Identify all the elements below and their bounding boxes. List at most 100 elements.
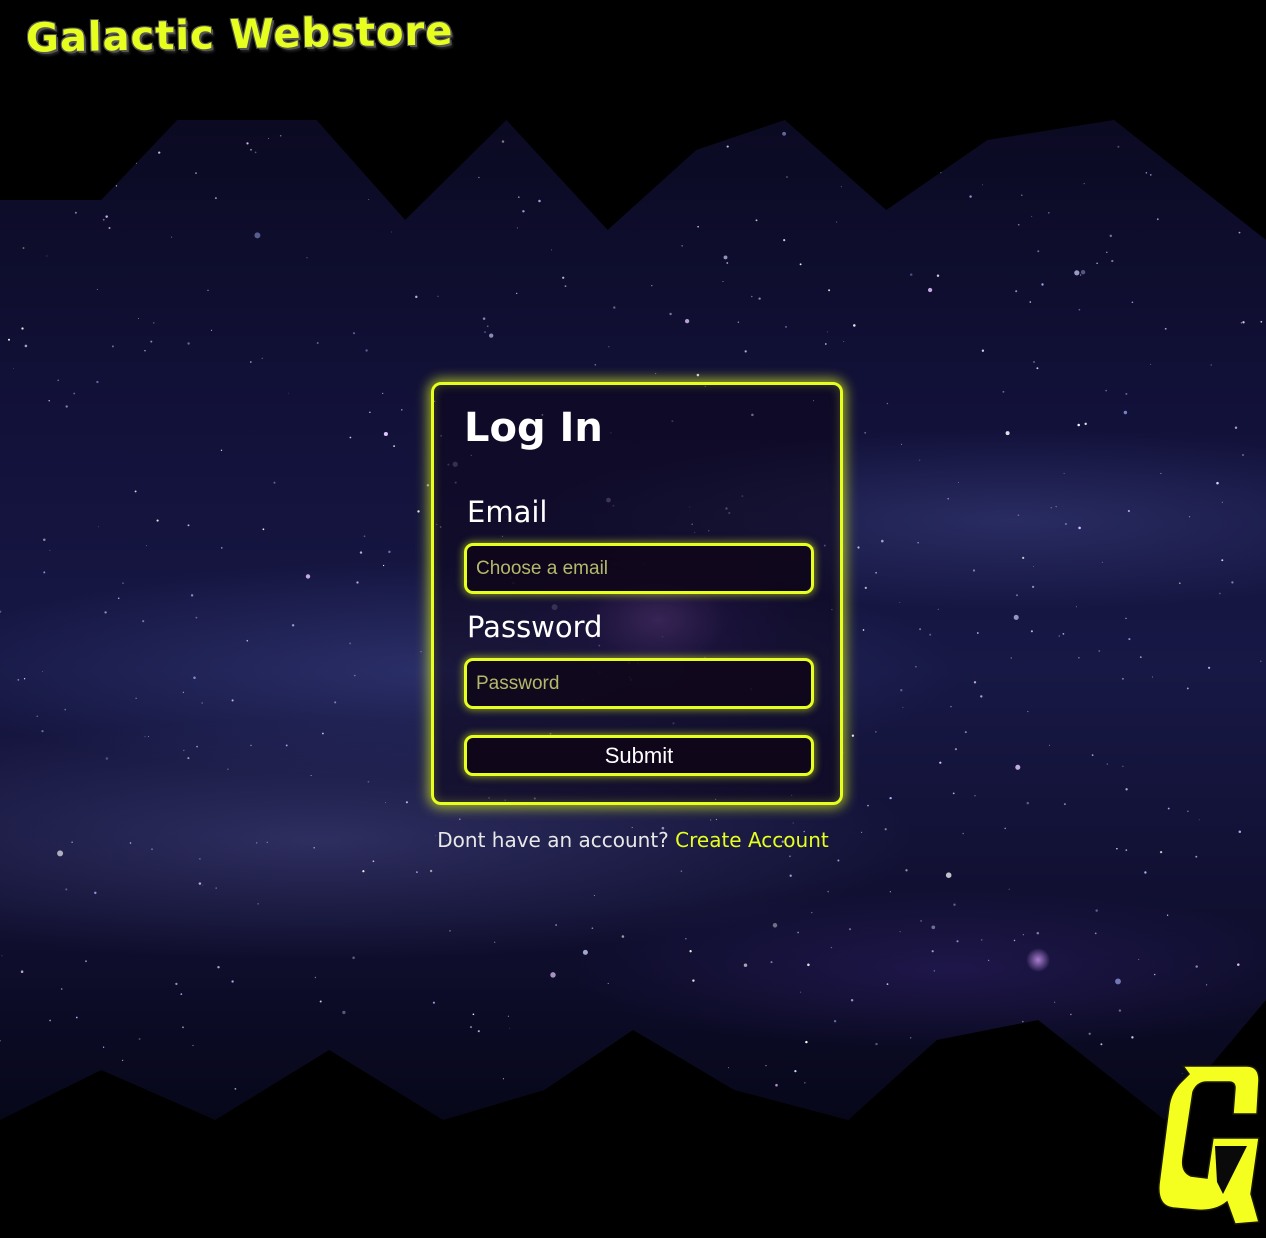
star — [175, 982, 178, 986]
page: Galactic Webstore Log In Email Password … — [0, 0, 1266, 1238]
star — [681, 245, 683, 247]
star — [800, 991, 802, 993]
star — [196, 745, 198, 748]
star — [811, 912, 813, 914]
star — [606, 155, 608, 158]
star — [582, 949, 588, 955]
star — [420, 651, 422, 653]
star — [964, 731, 967, 734]
star — [529, 133, 531, 136]
star — [864, 431, 867, 434]
star — [1118, 1009, 1122, 1012]
create-account-link[interactable]: Create Account — [675, 828, 829, 852]
star — [198, 882, 202, 885]
star — [1070, 1013, 1072, 1016]
star — [507, 1015, 510, 1017]
star — [824, 343, 827, 345]
star — [108, 226, 111, 230]
star — [1032, 360, 1036, 364]
star — [765, 1065, 767, 1067]
star — [980, 939, 983, 941]
star — [1151, 676, 1153, 678]
star — [1098, 650, 1101, 652]
star — [20, 970, 24, 973]
star — [85, 960, 87, 963]
star — [640, 1068, 644, 1072]
site-title[interactable]: Galactic Webstore — [26, 8, 454, 61]
star — [305, 574, 311, 579]
star — [555, 924, 557, 926]
star — [909, 273, 913, 276]
star — [804, 1082, 806, 1084]
star — [144, 736, 146, 738]
star — [974, 795, 976, 797]
star — [900, 443, 903, 445]
star — [1240, 322, 1242, 324]
star — [737, 321, 740, 323]
star — [853, 324, 856, 327]
star — [1203, 157, 1206, 160]
star — [608, 346, 610, 348]
star — [1216, 481, 1219, 485]
star — [684, 318, 690, 324]
star — [390, 231, 392, 233]
star — [1017, 223, 1020, 226]
star — [17, 679, 20, 681]
star — [519, 1104, 521, 1106]
star — [137, 156, 138, 157]
password-label: Password — [467, 610, 603, 644]
star — [429, 869, 433, 873]
star — [314, 976, 317, 979]
star — [1210, 364, 1212, 366]
star — [6, 160, 10, 163]
star — [121, 1059, 124, 1062]
star — [715, 818, 717, 821]
star — [710, 819, 712, 821]
g-bolt-logo-icon[interactable] — [1155, 1062, 1261, 1228]
password-field[interactable] — [464, 658, 814, 709]
star — [352, 332, 356, 335]
star — [755, 219, 758, 222]
star — [680, 870, 683, 872]
star — [153, 322, 155, 324]
star — [1100, 1043, 1103, 1046]
star — [362, 870, 365, 873]
star — [516, 292, 518, 295]
star — [417, 510, 420, 513]
star — [1206, 984, 1208, 986]
star — [786, 176, 788, 178]
star — [49, 550, 51, 551]
star — [889, 891, 892, 893]
star — [744, 350, 747, 353]
star — [437, 295, 439, 297]
star — [246, 639, 249, 642]
star — [340, 1063, 346, 1069]
star — [722, 280, 724, 283]
star — [783, 239, 786, 242]
star — [550, 972, 556, 978]
submit-button[interactable]: Submit — [464, 735, 814, 776]
star — [1206, 192, 1208, 194]
star — [850, 998, 854, 1002]
star — [1058, 635, 1061, 637]
star — [917, 542, 919, 544]
star — [48, 400, 50, 402]
star — [1079, 274, 1082, 276]
email-field[interactable] — [464, 543, 814, 594]
star — [591, 927, 594, 930]
star — [794, 1069, 797, 1073]
star — [1259, 660, 1262, 663]
star — [1178, 582, 1181, 585]
star — [384, 802, 386, 804]
star — [183, 749, 185, 752]
star — [111, 345, 114, 348]
star — [1013, 939, 1016, 942]
star — [1188, 516, 1191, 518]
star — [97, 526, 99, 528]
star — [105, 139, 108, 142]
star — [365, 349, 368, 352]
star — [502, 1078, 504, 1080]
star — [651, 284, 653, 287]
star — [142, 620, 145, 623]
star — [621, 204, 623, 206]
